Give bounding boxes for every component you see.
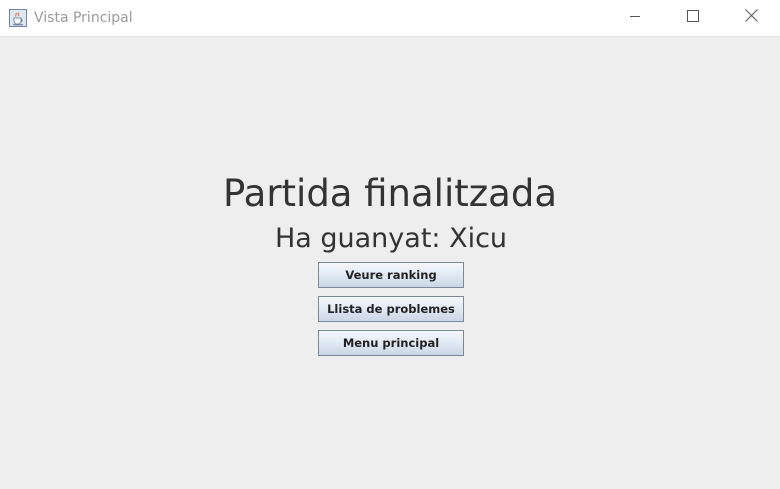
window-title: Vista Principal: [34, 10, 133, 26]
title-bar[interactable]: Vista Principal: [0, 0, 780, 37]
winner-label: Ha guanyat: Xicu: [274, 223, 508, 254]
view-ranking-button[interactable]: Veure ranking: [318, 262, 464, 288]
maximize-icon: [687, 9, 699, 27]
java-cup-icon[interactable]: [9, 9, 27, 27]
close-button[interactable]: [722, 0, 780, 36]
main-panel: Partida finalitzada Ha guanyat: Xicu Veu…: [0, 37, 780, 489]
maximize-button[interactable]: [664, 0, 722, 36]
minimize-button[interactable]: [606, 0, 664, 36]
main-menu-button[interactable]: Menu principal: [318, 330, 464, 356]
game-over-heading: Partida finalitzada: [223, 172, 557, 215]
app-window: Vista Principal Partida finalitzada Ha g…: [0, 0, 780, 489]
problem-list-button[interactable]: Llista de problemes: [318, 296, 464, 322]
minimize-icon: [629, 9, 641, 27]
close-icon: [744, 9, 758, 27]
